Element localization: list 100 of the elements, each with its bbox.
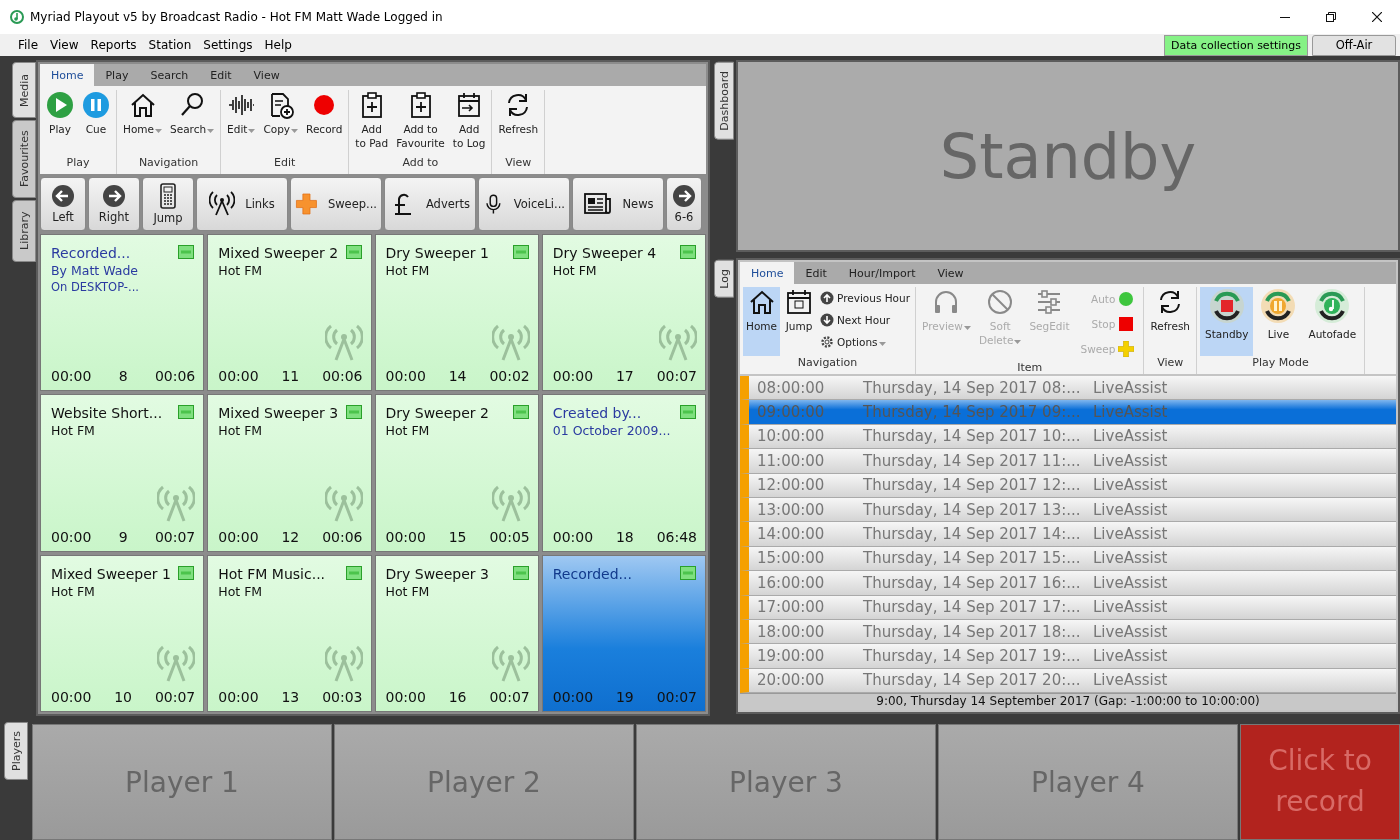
ribbon-tab[interactable]: Home [40,64,95,86]
ribbon-button[interactable]: Home [120,90,165,156]
ribbon-button[interactable]: Refresh [495,90,542,156]
nav-button[interactable]: Jump [142,177,194,231]
ribbon-button[interactable]: Add to Pad [352,90,392,156]
cart-pad[interactable]: Dry Sweeper 3 Hot FM 00:00 16 00:07 [374,554,539,712]
log-type: LiveAssist [1092,525,1168,544]
pad-title: Dry Sweeper 2 [385,405,490,422]
nav-button[interactable]: 6-6 [666,177,702,231]
menu-item[interactable]: Help [258,38,298,52]
nav-button[interactable]: Links [196,177,288,231]
nav-button[interactable]: VoiceLi... [478,177,570,231]
ribbon-tab[interactable]: Edit [794,262,838,284]
settings-button[interactable]: Data collection settings [1164,34,1308,56]
ribbon-button[interactable]: Search [167,90,218,156]
cart-pad[interactable]: Mixed Sweeper 3 Hot FM 00:00 12 00:06 [207,394,372,552]
menu-item[interactable]: File [12,38,45,52]
log-time: 11:00:00 [756,451,826,470]
ribbon-button[interactable]: Edit [224,90,259,156]
ribbon-button[interactable]: Add to Favourite [393,90,448,156]
ribbon-button[interactable]: Previous Hour [818,287,913,308]
nav-button[interactable]: Adverts [384,177,476,231]
log-row[interactable]: 14:00:00 Thursday, 14 Sep 2017 14:... LiveAssist [740,522,1396,547]
level-meter-icon [680,405,696,420]
ribbon-button[interactable]: Record [303,90,346,156]
ribbon-tab[interactable]: View [242,64,291,86]
ribbon-tab[interactable]: Edit [199,64,243,86]
log-row[interactable]: 20:00:00 Thursday, 14 Sep 2017 20:... LiveAssist [740,668,1396,694]
log-type: LiveAssist [1092,427,1168,446]
cart-pad[interactable]: Hot FM Music... Hot FM 00:00 13 00:03 [207,554,372,712]
cart-pad[interactable]: Dry Sweeper 4 Hot FM 00:00 17 00:07 [541,234,706,392]
ribbon-button[interactable]: Copy [260,90,302,156]
cart-pad[interactable]: Mixed Sweeper 2 Hot FM 00:00 11 00:06 [207,234,372,392]
ribbon-button[interactable]: Live [1255,287,1302,356]
log-row[interactable]: 16:00:00 Thursday, 14 Sep 2017 16:... LiveAssist [740,571,1396,596]
nav-button[interactable]: News [572,177,664,231]
log-row[interactable]: 12:00:00 Thursday, 14 Sep 2017 12:... LiveAssist [740,473,1396,498]
ribbon-button[interactable]: Add to Log [449,90,489,156]
log-type: LiveAssist [1092,378,1168,397]
ribbon-tab[interactable]: View [926,262,975,284]
ribbon-tab[interactable]: Search [139,64,200,86]
cart-pad[interactable]: Created by... 01 October 2009... 00:00 18 06:48 [541,394,706,552]
ribbon-tab[interactable]: Hour/Import [837,262,927,284]
ribbon-button[interactable]: Standby [1200,287,1254,356]
antenna-icon [324,484,363,523]
nav-button[interactable]: Right [88,177,140,231]
menu-item[interactable]: Station [142,38,198,52]
music-note-icon [1314,288,1351,324]
log-row[interactable]: 08:00:00 Thursday, 14 Sep 2017 08:... LiveAssist [740,376,1396,401]
side-tab[interactable]: Media [12,62,36,118]
ribbon-tab[interactable]: Play [94,64,140,86]
ribbon-button[interactable]: Home [743,287,780,356]
log-row[interactable]: 19:00:00 Thursday, 14 Sep 2017 19:... LiveAssist [740,644,1396,669]
log-row[interactable]: 11:00:00 Thursday, 14 Sep 2017 11:... LiveAssist [740,449,1396,474]
log-row[interactable]: 13:00:00 Thursday, 14 Sep 2017 13:... LiveAssist [740,497,1396,523]
pad-duration: 00:07 [154,689,196,705]
side-tab[interactable]: Favourites [12,120,36,198]
log-row[interactable]: 15:00:00 Thursday, 14 Sep 2017 15:... LiveAssist [740,546,1396,572]
log-time: 09:00:00 [756,403,826,422]
cart-pad[interactable]: Dry Sweeper 1 Hot FM 00:00 14 00:02 [374,234,539,392]
antenna-icon [157,645,196,683]
stop-square-icon [1118,316,1135,332]
ribbon-button[interactable]: Options [818,331,913,352]
window-title: Myriad Playout v5 by Broadcast Radio - Hot FM Matt Wade Logged in [30,10,444,24]
ribbon-button[interactable]: Autofade [1303,287,1362,356]
ribbon-button[interactable]: Play [43,90,77,156]
pad-start-time: 00:00 [552,528,594,545]
nav-button[interactable]: Left [40,177,86,231]
cart-pad[interactable]: Dry Sweeper 2 Hot FM 00:00 15 00:05 [374,394,539,552]
log-row[interactable]: 17:00:00 Thursday, 14 Sep 2017 17:... LiveAssist [740,595,1396,620]
cart-pad[interactable]: Recorded... 00:00 19 00:07 [541,554,706,712]
ribbon-tab[interactable]: Home [740,262,795,284]
menu-item[interactable]: Reports [84,38,143,52]
log-row[interactable]: 18:00:00 Thursday, 14 Sep 2017 18:... LiveAssist [740,619,1396,645]
arrow-down-icon [820,312,834,327]
side-tab[interactable]: Log [714,260,734,298]
pad-duration: 00:07 [656,368,697,385]
side-tab[interactable]: Dashboard [714,62,734,140]
log-date: Thursday, 14 Sep 2017 17:... [862,598,1082,617]
cart-pad[interactable]: Mixed Sweeper 1 Hot FM 00:00 10 00:07 [40,554,205,712]
side-tab[interactable]: Library [12,200,36,262]
log-row[interactable]: 10:00:00 Thursday, 14 Sep 2017 10:... LiveAssist [740,424,1396,450]
level-meter-icon [680,245,696,259]
status-button[interactable]: Off-Air [1312,34,1396,56]
cart-pad[interactable]: Website Short... Hot FM 00:00 9 00:07 [40,394,205,552]
ribbon-button[interactable]: Next Hour [818,309,913,330]
antenna-icon [491,645,530,683]
ribbon-button[interactable]: Refresh [1147,287,1194,356]
ribbon-button[interactable]: Cue [79,90,113,156]
status-dot-icon [1118,291,1135,307]
cart-pad[interactable]: Recorded... By Matt Wade On DESKTOP-... 00:00 8 00:06 [40,234,205,392]
ribbon-button[interactable]: Jump [782,287,816,356]
pad-start-time: 00:00 [385,528,426,545]
menu-item[interactable]: View [44,38,85,52]
log-time: 16:00:00 [756,573,826,592]
side-tab[interactable]: Players [4,722,28,780]
log-time: 08:00:00 [756,378,826,397]
menu-item[interactable]: Settings [197,38,259,52]
nav-button[interactable]: Sweep... [290,177,382,231]
pad-duration: 00:02 [489,368,530,385]
